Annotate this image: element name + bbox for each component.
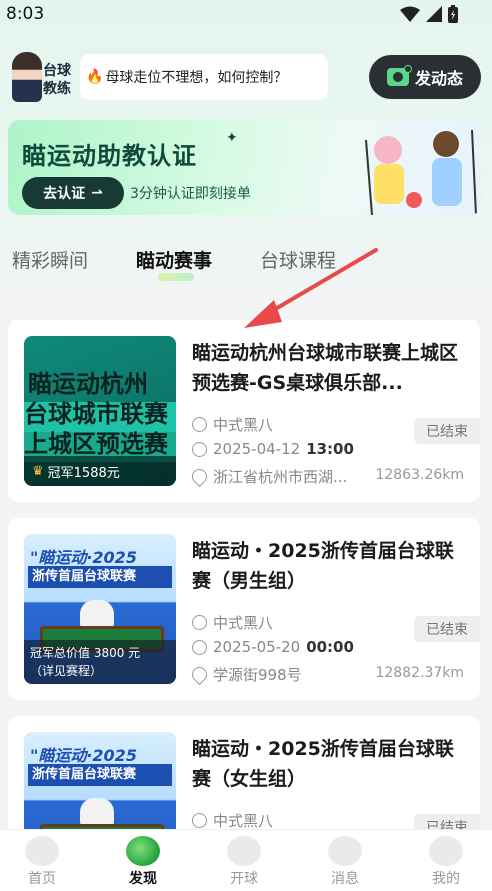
status-icons xyxy=(400,5,458,23)
thumb-subtitle: 浙传首届台球联赛 xyxy=(28,566,172,588)
fire-icon: 🔥 xyxy=(86,69,104,85)
crown-icon: ♛ xyxy=(32,463,44,479)
nav-home[interactable]: 首页 xyxy=(12,836,72,888)
status-time: 8:03 xyxy=(6,4,45,24)
prize-banner: 冠军总价值 3800 元 （详见赛程） xyxy=(24,640,176,684)
arrow-right-icon: ⇀ xyxy=(91,185,103,201)
thumb-title: "瞄运动·2025 xyxy=(30,746,137,765)
event-title: 瞄运动・2025浙传首届台球联赛（男生组） xyxy=(192,540,454,592)
thumb-subtitle: 浙传首届台球联赛 xyxy=(28,764,172,786)
coach-assistant[interactable]: 台球教练 xyxy=(12,52,74,104)
sparkle-icon: ✦ xyxy=(226,130,238,146)
home-icon xyxy=(25,836,59,866)
tab-events[interactable]: 瞄动赛事 xyxy=(136,246,212,273)
location-pin-icon xyxy=(188,663,211,686)
prize-note: （详见赛程） xyxy=(30,664,103,678)
camera-icon xyxy=(386,65,412,86)
battery-icon xyxy=(448,5,458,23)
active-tab-indicator xyxy=(158,273,194,281)
coach-label: 台球教练 xyxy=(43,63,71,97)
thumb-line: 上城区预选赛 xyxy=(24,430,168,458)
event-distance: 12882.37km xyxy=(375,665,464,681)
message-icon xyxy=(328,836,362,866)
category-tabs: 精彩瞬间 瞄动赛事 台球课程 xyxy=(12,246,482,286)
event-card[interactable]: "瞄运动·2025 浙传首届台球联赛 冠军总价值 3800 元 （详见赛程） 瞄… xyxy=(8,518,480,700)
clock-icon xyxy=(192,639,207,655)
prize-text: 冠军总价值 3800 元 xyxy=(30,646,141,660)
status-badge: 已结束 xyxy=(414,418,480,444)
event-distance: 12863.26km xyxy=(375,467,464,483)
event-thumbnail: 瞄运动杭州 台球城市联赛 上城区预选赛 ♛ 冠军1588元 xyxy=(24,336,176,486)
event-thumbnail: "瞄运动·2025 浙传首届台球联赛 冠军总价值 3800 元 （详见赛程） xyxy=(24,534,176,684)
event-card[interactable]: 瞄运动杭州 台球城市联赛 上城区预选赛 ♛ 冠军1588元 瞄运动杭州台球城市联… xyxy=(8,320,480,502)
question-text: 母球走位不理想，如何控制？ xyxy=(105,70,288,86)
clock-icon xyxy=(192,441,207,457)
banner-title: 瞄运动助教认证 xyxy=(22,142,197,170)
signal-icon xyxy=(426,6,442,22)
banner-subtitle: 3分钟认证即刻接单 xyxy=(130,186,251,202)
prize-text: 冠军1588元 xyxy=(47,465,120,481)
event-game: 中式黑八 xyxy=(192,612,273,633)
question-bubble[interactable]: 🔥 母球走位不理想，如何控制？ xyxy=(80,54,328,100)
nav-profile[interactable]: 我的 xyxy=(416,836,476,888)
prize-banner: ♛ 冠军1588元 xyxy=(24,456,176,486)
profile-icon xyxy=(429,836,463,866)
banner-illustration xyxy=(365,129,477,215)
tab-highlights[interactable]: 精彩瞬间 xyxy=(12,246,88,273)
wifi-icon xyxy=(400,6,420,22)
thumb-title: "瞄运动·2025 xyxy=(30,548,137,567)
post-button[interactable]: 发动态 xyxy=(369,55,481,99)
tab-courses[interactable]: 台球课程 xyxy=(260,246,336,273)
event-title: 瞄运动・2025浙传首届台球联赛（女生组） xyxy=(192,738,454,790)
event-title: 瞄运动杭州台球城市联赛上城区预选赛-GS桌球俱乐部... xyxy=(192,342,459,394)
event-location: 浙江省杭州市西湖... xyxy=(188,465,347,488)
game-type-icon xyxy=(192,615,207,630)
certification-banner[interactable]: 瞄运动助教认证 ✦ 去认证 ⇀ 3分钟认证即刻接单 xyxy=(8,120,482,215)
game-type-icon xyxy=(192,417,207,432)
planet-icon xyxy=(126,836,160,866)
post-button-label: 发动态 xyxy=(414,69,463,88)
nav-messages[interactable]: 消息 xyxy=(315,836,375,888)
event-datetime: 2025-04-12 13:00 xyxy=(192,440,354,458)
certify-button[interactable]: 去认证 ⇀ xyxy=(22,177,124,209)
event-game: 中式黑八 xyxy=(192,414,273,435)
event-datetime: 2025-05-20 00:00 xyxy=(192,638,354,656)
status-bar: 8:03 xyxy=(0,0,492,30)
game-type-icon xyxy=(192,813,207,828)
status-badge: 已结束 xyxy=(414,616,480,642)
event-location: 学源街998号 xyxy=(188,663,302,686)
nav-break[interactable]: 开球 xyxy=(214,836,274,888)
certify-button-label: 去认证 xyxy=(43,186,86,202)
coach-avatar xyxy=(12,52,42,102)
location-pin-icon xyxy=(188,465,211,488)
nav-discover[interactable]: 发现 xyxy=(113,836,173,888)
cue-ball-icon xyxy=(227,836,261,866)
bottom-navigation: 首页 发现 开球 消息 我的 xyxy=(0,829,492,891)
event-game: 中式黑八 xyxy=(192,810,273,831)
